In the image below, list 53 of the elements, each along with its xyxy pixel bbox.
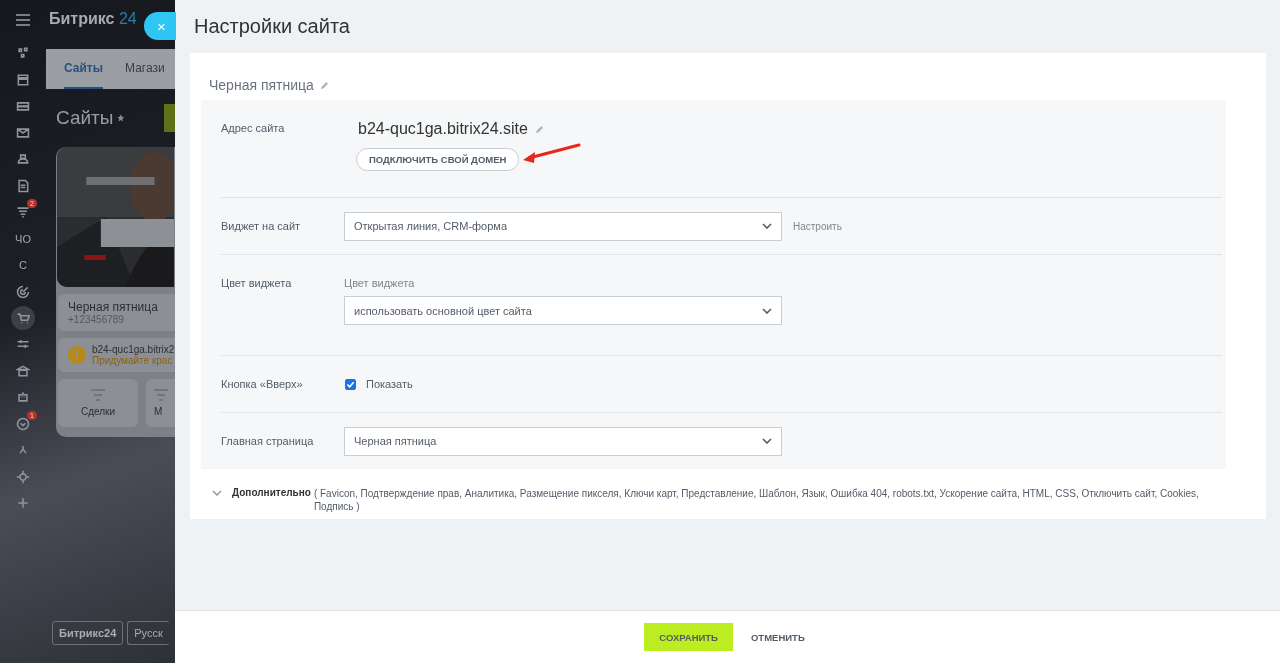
cancel-button[interactable]: ОТМЕНИТЬ xyxy=(744,630,811,644)
menu-icon[interactable] xyxy=(16,14,30,26)
funnel-icon xyxy=(16,205,30,220)
tab[interactable]: Сайты xyxy=(64,49,103,89)
page-heading: Сайты xyxy=(56,107,114,129)
chevron-down-icon xyxy=(762,438,772,444)
field-label: Виджет на сайт xyxy=(221,220,302,232)
site-address: b24-quc1ga.bitrix24.site xyxy=(358,120,528,138)
nav-item[interactable]: С xyxy=(9,252,37,279)
action-tile[interactable]: М xyxy=(146,379,175,427)
logo: Битрикс 24 xyxy=(48,10,137,28)
chevron-down-icon xyxy=(762,307,772,314)
section-toggle[interactable]: Дополнительно xyxy=(232,487,311,498)
funnel-icon xyxy=(154,389,168,401)
nodes-icon xyxy=(16,46,30,61)
footer-logo[interactable]: Битрикс24 xyxy=(52,621,124,645)
document-icon xyxy=(16,178,30,193)
connect-domain-button[interactable]: ПОДКЛЮЧИТЬ СВОЙ ДОМЕН xyxy=(356,148,520,171)
chevron-down-icon xyxy=(762,223,772,229)
funnel-icon xyxy=(91,389,105,401)
building-icon xyxy=(16,363,30,378)
field-caption: Цвет виджета xyxy=(344,277,416,289)
nav-item[interactable] xyxy=(11,306,35,330)
field-label: Кнопка «Вверх» xyxy=(221,378,304,390)
dropdown-field[interactable]: использовать основной цвет сайта xyxy=(344,296,782,325)
field-label: Адрес сайта xyxy=(221,121,286,134)
target-icon xyxy=(16,284,30,299)
archive-icon xyxy=(16,72,30,87)
section-summary: ( Favicon, Подтверждение прав, Аналитика, Размещение пикселя, Ключи карт, Представление, Шаблон, Язык, Ошибка 404, robots.txt, Ускорение сайта, HTML, CSS, Отключить сайт, Cookies, Подпись ) xyxy=(313,487,1200,513)
site-domain: b24-quc1ga.bitrix2 xyxy=(92,344,175,355)
action-tile[interactable]: Сделки xyxy=(58,379,138,427)
save-button[interactable]: СОХРАНИТЬ xyxy=(644,623,733,651)
dropdown-field[interactable]: Черная пятница xyxy=(344,426,782,456)
checkbox-label: Показать xyxy=(366,378,413,390)
site-name: Черная пятница xyxy=(68,300,159,314)
robot-icon xyxy=(16,390,30,405)
nav-item[interactable]: ЧО xyxy=(9,225,37,252)
plus-icon xyxy=(16,496,30,511)
chevron-down-icon[interactable] xyxy=(212,490,222,496)
site-name: Черная пятница xyxy=(209,77,314,93)
configure-link[interactable]: Настроить xyxy=(793,220,842,232)
pointer-arrow xyxy=(521,142,582,165)
checkbox[interactable] xyxy=(345,378,356,390)
tray-icon xyxy=(16,99,30,114)
language-selector[interactable]: Русск xyxy=(127,621,169,645)
warning-icon xyxy=(68,346,86,364)
tab[interactable]: Магази xyxy=(125,49,165,89)
dropdown-field[interactable]: Открытая линия, CRM-форма xyxy=(344,211,782,241)
panel-title: Настройки сайта xyxy=(193,14,351,39)
field-label: Цвет виджета xyxy=(221,277,293,289)
cart-icon xyxy=(16,311,30,325)
field-label: Главная страница xyxy=(221,435,315,447)
mail-icon xyxy=(16,125,30,140)
